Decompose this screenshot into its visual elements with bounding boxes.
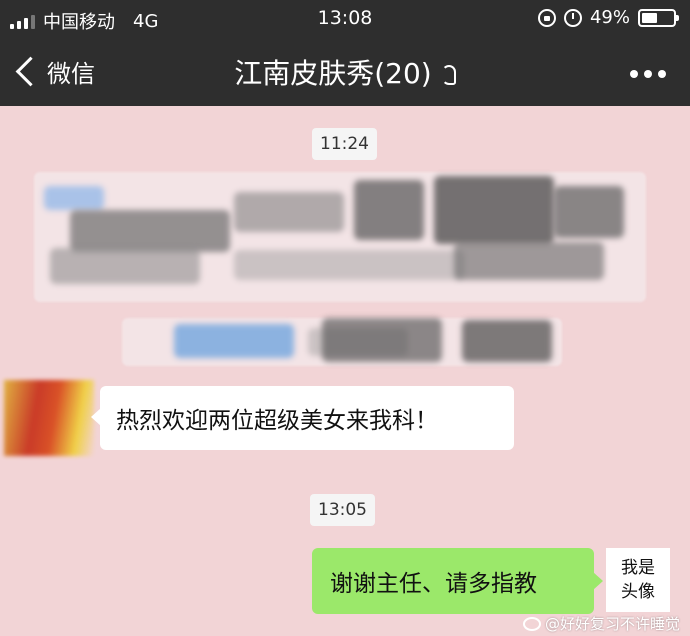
watermark-text: @好好复习不许睡觉 (544, 615, 680, 633)
my-avatar[interactable]: 我是 头像 (606, 548, 670, 612)
rotation-lock-icon (537, 8, 556, 27)
more-options-button[interactable] (630, 70, 666, 78)
chat-title-area: 江南皮肤秀(20) (0, 52, 690, 92)
earpiece-mode-icon (441, 65, 456, 85)
alarm-icon (563, 8, 582, 27)
status-right: 49% (537, 7, 679, 28)
battery-percent: 49% (589, 7, 630, 28)
outgoing-message-bubble[interactable]: 谢谢主任、请多指教 (312, 548, 603, 614)
weibo-icon (522, 616, 541, 631)
my-avatar-text: 我是 头像 (621, 558, 655, 602)
outgoing-message-text: 谢谢主任、请多指教 (330, 571, 537, 597)
sender-avatar[interactable] (4, 380, 94, 456)
redacted-system-message (34, 172, 646, 302)
message-timestamp: 11:24 (312, 128, 377, 160)
more-dots-icon (630, 70, 638, 78)
incoming-message-bubble[interactable]: 热烈欢迎两位超级美女来我科！ (91, 386, 514, 450)
status-bar: 中国移动 4G 13:08 49% (0, 0, 690, 38)
chat-title: 江南皮肤秀(20) (234, 57, 432, 90)
message-timestamp: 13:05 (310, 494, 375, 526)
incoming-message-text: 热烈欢迎两位超级美女来我科！ (116, 408, 438, 434)
chat-nav-bar: 微信 江南皮肤秀(20) (0, 38, 690, 106)
redacted-system-message (122, 318, 562, 366)
battery-icon (638, 8, 679, 27)
watermark: @好好复习不许睡觉 (522, 613, 680, 634)
